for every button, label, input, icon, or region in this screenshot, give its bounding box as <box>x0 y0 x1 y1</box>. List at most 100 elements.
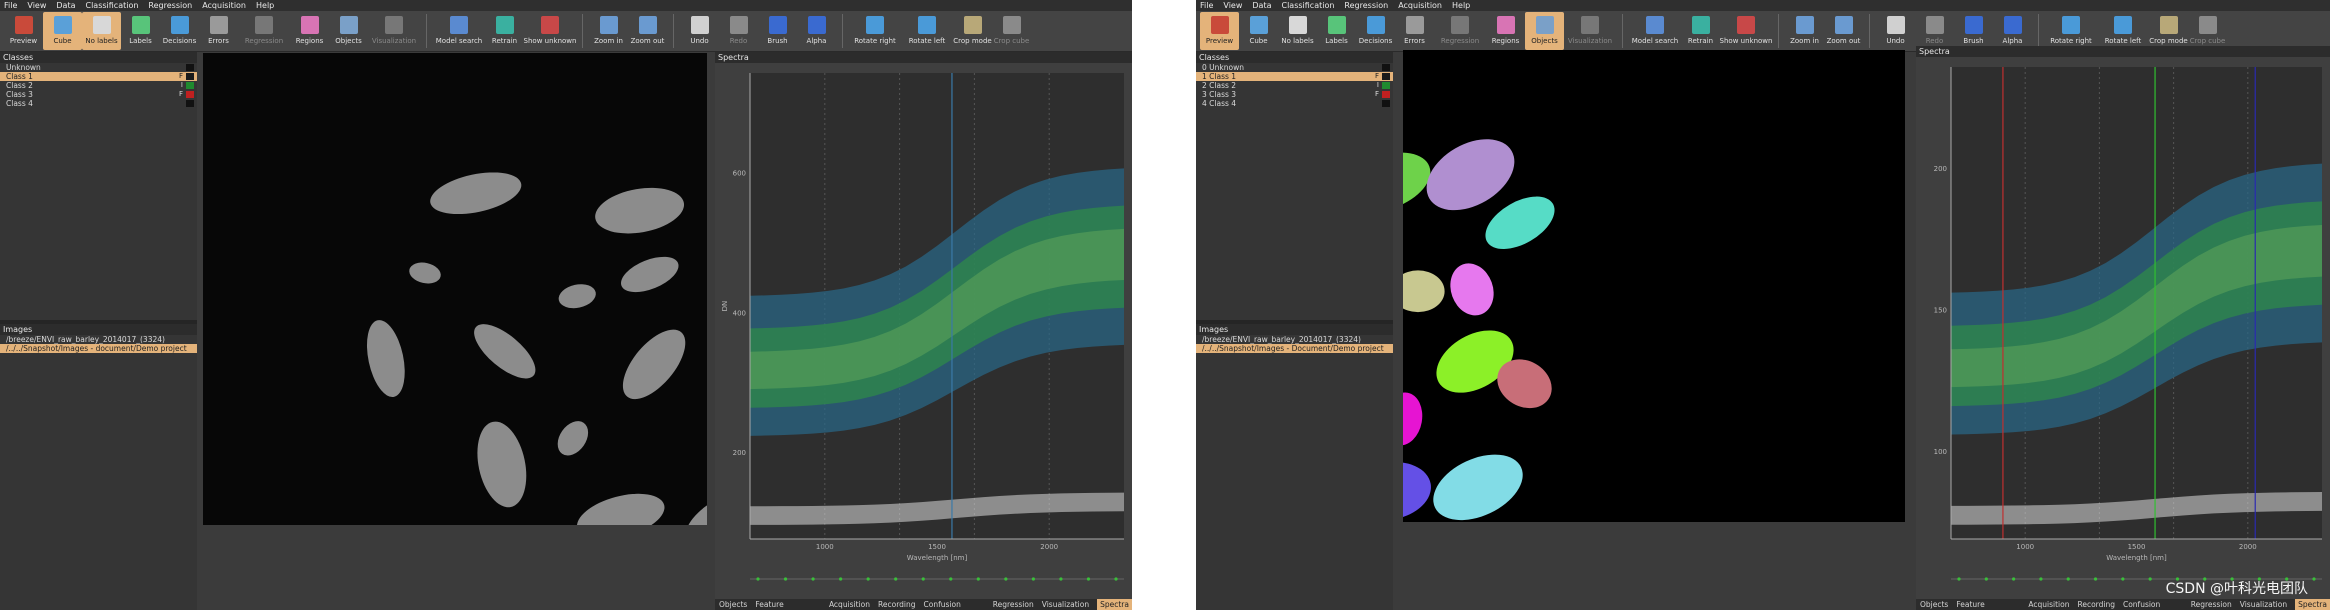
regions-button[interactable]: Regions <box>290 12 329 50</box>
tab-confusion-matrix[interactable]: Confusion matrix <box>2123 599 2183 610</box>
rotate-left-button[interactable]: Rotate left <box>2097 12 2149 50</box>
menu-acquisition[interactable]: Acquisition <box>1398 0 1442 11</box>
preview-button[interactable]: Preview <box>1200 12 1239 50</box>
alpha-button[interactable]: Alpha <box>1993 12 2032 50</box>
errors-button[interactable]: Errors <box>1395 12 1434 50</box>
menu-classification[interactable]: Classification <box>85 0 138 11</box>
redo-button[interactable]: Redo <box>719 12 758 50</box>
class-color-swatch[interactable] <box>1382 91 1390 98</box>
regression-button[interactable]: Regression <box>1434 12 1486 50</box>
menu-regression[interactable]: Regression <box>1344 0 1388 11</box>
regression-button[interactable]: Regression <box>238 12 290 50</box>
class-row[interactable]: Class 2 I <box>0 81 197 90</box>
redo-button[interactable]: Redo <box>1915 12 1954 50</box>
cube-button[interactable]: Cube <box>1239 12 1278 50</box>
zoom-out-button[interactable]: Zoom out <box>628 12 667 50</box>
tab-objects[interactable]: Objects <box>719 599 747 610</box>
menu-view[interactable]: View <box>1223 0 1242 11</box>
menu-data[interactable]: Data <box>56 0 75 11</box>
class-color-swatch[interactable] <box>186 100 194 107</box>
model-search-button[interactable]: Model search <box>1629 12 1681 50</box>
objects-image-view[interactable] <box>1403 50 1905 522</box>
class-color-swatch[interactable] <box>1382 82 1390 89</box>
menu-acquisition[interactable]: Acquisition <box>202 0 246 11</box>
brush-button[interactable]: Brush <box>758 12 797 50</box>
zoom-out-button[interactable]: Zoom out <box>1824 12 1863 50</box>
visualization-button[interactable]: Visualization <box>1564 12 1616 50</box>
tab-visualization[interactable]: Visualization <box>2240 599 2287 610</box>
crop-mode-button[interactable]: Crop mode <box>953 12 992 50</box>
objects-button[interactable]: Objects <box>1525 12 1564 50</box>
preview-button[interactable]: Preview <box>4 12 43 50</box>
undo-button[interactable]: Undo <box>680 12 719 50</box>
spectra-plot[interactable]: 200 150 100 1000 1500 2000 Wavelength [nm] <box>1916 57 2330 599</box>
no-labels-button[interactable]: No labels <box>82 12 121 50</box>
zoom-in-button[interactable]: Zoom in <box>589 12 628 50</box>
tab-feature-extraction[interactable]: Feature extraction <box>1956 599 2020 610</box>
crop-mode-button[interactable]: Crop mode <box>2149 12 2188 50</box>
zoom-in-button[interactable]: Zoom in <box>1785 12 1824 50</box>
class-row[interactable]: 2 Class 2 I <box>1196 81 1393 90</box>
class-color-swatch[interactable] <box>186 73 194 80</box>
class-row[interactable]: Class 4 <box>0 99 197 108</box>
menu-file[interactable]: File <box>4 0 17 11</box>
decisions-button[interactable]: Decisions <box>160 12 199 50</box>
rotate-left-button[interactable]: Rotate left <box>901 12 953 50</box>
tab-regression[interactable]: Regression <box>2191 599 2232 610</box>
class-color-swatch[interactable] <box>1382 100 1390 107</box>
tab-acquisition[interactable]: Acquisition <box>2028 599 2069 610</box>
class-row[interactable]: Class 1 F <box>0 72 197 81</box>
tab-regression[interactable]: Regression <box>993 599 1034 610</box>
retrain-button[interactable]: Retrain <box>1681 12 1720 50</box>
image-row[interactable]: /breeze/ENVI_raw_barley_2014017_(3324) <box>0 335 197 344</box>
class-row[interactable]: 1 Class 1 F <box>1196 72 1393 81</box>
menu-help[interactable]: Help <box>256 0 274 11</box>
image-row[interactable]: /breeze/ENVI_raw_barley_2014017_(3324) <box>1196 335 1393 344</box>
alpha-button[interactable]: Alpha <box>797 12 836 50</box>
image-row[interactable]: /../../Snapshot/Images - Document/Demo p… <box>1196 344 1393 353</box>
show-unknown-button[interactable]: Show unknown <box>1720 12 1772 50</box>
class-row[interactable]: Class 3 F <box>0 90 197 99</box>
labels-button[interactable]: Labels <box>121 12 160 50</box>
class-color-swatch[interactable] <box>1382 64 1390 71</box>
tab-spectra[interactable]: Spectra <box>1097 599 1132 610</box>
class-color-swatch[interactable] <box>186 82 194 89</box>
decisions-button[interactable]: Decisions <box>1356 12 1395 50</box>
errors-button[interactable]: Errors <box>199 12 238 50</box>
undo-button[interactable]: Undo <box>1876 12 1915 50</box>
class-row[interactable]: 3 Class 3 F <box>1196 90 1393 99</box>
no-labels-button[interactable]: No labels <box>1278 12 1317 50</box>
menu-data[interactable]: Data <box>1252 0 1271 11</box>
cube-button[interactable]: Cube <box>43 12 82 50</box>
labels-button[interactable]: Labels <box>1317 12 1356 50</box>
spectra-plot[interactable]: 600 400 200 1000 1500 2000 Wavelength [nm] DN <box>715 63 1132 599</box>
menu-help[interactable]: Help <box>1452 0 1470 11</box>
tab-recording[interactable]: Recording <box>2077 599 2115 610</box>
tab-objects[interactable]: Objects <box>1920 599 1948 610</box>
menu-classification[interactable]: Classification <box>1281 0 1334 11</box>
tab-acquisition[interactable]: Acquisition <box>829 599 870 610</box>
menu-file[interactable]: File <box>1200 0 1213 11</box>
menu-regression[interactable]: Regression <box>148 0 192 11</box>
rotate-right-button[interactable]: Rotate right <box>849 12 901 50</box>
class-row[interactable]: Unknown <box>0 63 197 72</box>
show-unknown-button[interactable]: Show unknown <box>524 12 576 50</box>
tab-recording[interactable]: Recording <box>878 599 916 610</box>
tab-visualization[interactable]: Visualization <box>1042 599 1089 610</box>
class-color-swatch[interactable] <box>186 91 194 98</box>
class-color-swatch[interactable] <box>1382 73 1390 80</box>
tab-feature-extraction[interactable]: Feature extraction <box>755 599 821 610</box>
class-row[interactable]: 0 Unknown <box>1196 63 1393 72</box>
menu-view[interactable]: View <box>27 0 46 11</box>
image-row[interactable]: /../../Snapshot/Images - document/Demo p… <box>0 344 197 353</box>
class-row[interactable]: 4 Class 4 <box>1196 99 1393 108</box>
tab-confusion-matrix[interactable]: Confusion matrix <box>924 599 985 610</box>
crop-cube-button[interactable]: Crop cube <box>992 12 1031 50</box>
class-color-swatch[interactable] <box>186 64 194 71</box>
tab-spectra[interactable]: Spectra <box>2295 599 2330 610</box>
regions-button[interactable]: Regions <box>1486 12 1525 50</box>
visualization-button[interactable]: Visualization <box>368 12 420 50</box>
rotate-right-button[interactable]: Rotate right <box>2045 12 2097 50</box>
crop-cube-button[interactable]: Crop cube <box>2188 12 2227 50</box>
model-search-button[interactable]: Model search <box>433 12 485 50</box>
